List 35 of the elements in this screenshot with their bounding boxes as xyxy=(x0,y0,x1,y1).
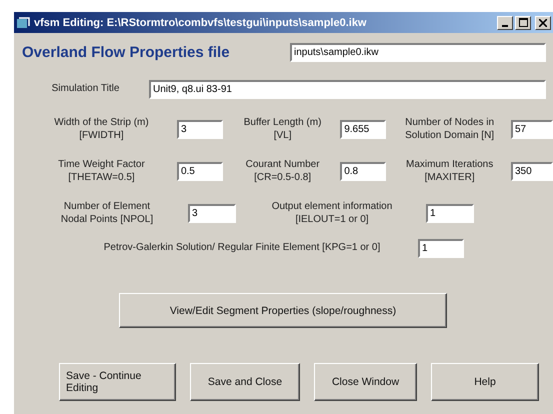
dialog-button[interactable]: Help xyxy=(431,363,539,401)
parameter-field[interactable]: 0.5 xyxy=(176,162,223,181)
dialog-button[interactable]: Close Window xyxy=(314,363,417,401)
parameter-field[interactable]: 3 xyxy=(188,204,236,223)
parameter-field[interactable]: 3 xyxy=(176,120,223,139)
field-label: Width of the Strip (m) [FWIDTH] xyxy=(53,117,150,142)
field-label: Time Weight Factor [THETAW=0.5] xyxy=(57,159,146,184)
field-label: Number of Nodes in Solution Domain [N] xyxy=(404,117,496,142)
minimize-icon xyxy=(502,24,508,26)
maximize-icon xyxy=(518,18,528,27)
form-heading: Overland Flow Properties file xyxy=(22,44,231,61)
segment-properties-button[interactable]: View/Edit Segment Properties (slope/roughness) xyxy=(119,293,447,328)
dialog-button[interactable]: Save - Continue Editing xyxy=(59,363,176,401)
close-icon xyxy=(539,18,547,26)
parameter-field[interactable]: 57 xyxy=(511,120,553,139)
simulation-title-field[interactable]: Unit9, q8.ui 83-91 xyxy=(149,80,546,99)
window-title: vfsm Editing: E:\RStormtro\combvfs\testgui\inputs\sample0.ikw xyxy=(34,16,368,28)
field-label: Maximum Iterations [MAXITER] xyxy=(404,159,494,184)
app-icon xyxy=(16,16,30,30)
minimize-button[interactable] xyxy=(497,16,513,30)
parameter-field[interactable]: 0.8 xyxy=(340,162,386,181)
parameter-field[interactable]: 350 xyxy=(511,162,553,181)
field-label: Courant Number [CR=0.5-0.8] xyxy=(244,159,321,184)
field-label: Number of Element Nodal Points [NPOL] xyxy=(60,201,154,226)
parameter-field[interactable]: 1 xyxy=(426,204,474,223)
field-label: Output element information [IELOUT=1 or 0] xyxy=(270,201,394,226)
file-field[interactable]: inputs\sample0.ikw xyxy=(290,43,546,62)
parameter-field[interactable]: 9.655 xyxy=(340,120,386,139)
close-button[interactable] xyxy=(535,16,551,30)
field-label: Petrov-Galerkin Solution/ Regular Finite Element [KPG=1 or 0] xyxy=(102,242,382,255)
dialog-button[interactable]: Save and Close xyxy=(190,363,300,401)
field-label: Buffer Length (m) [VL] xyxy=(242,117,322,142)
maximize-button[interactable] xyxy=(515,16,531,30)
field-label: Simulation Title xyxy=(50,83,120,96)
parameter-field[interactable]: 1 xyxy=(418,239,464,258)
